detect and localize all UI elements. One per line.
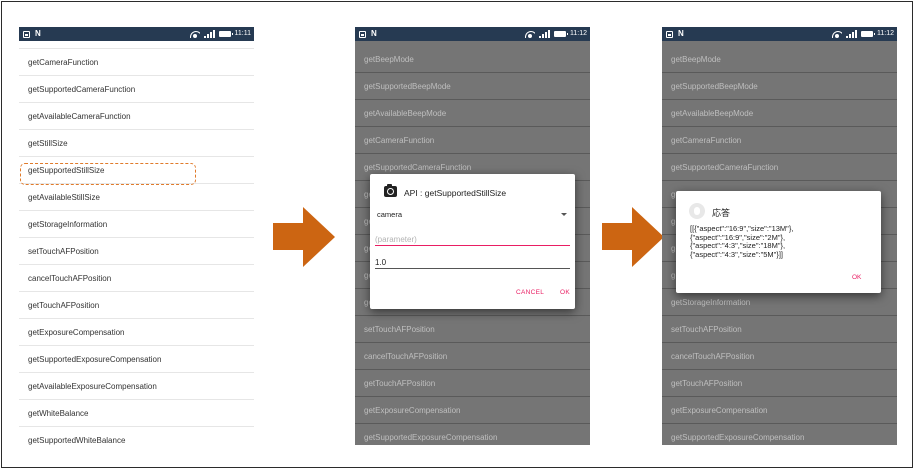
cancel-button[interactable]: CANCEL (516, 289, 544, 296)
list-item[interactable]: getExposureCompensation (355, 397, 590, 424)
n-icon: N (371, 29, 377, 38)
n-icon: N (678, 29, 684, 38)
list-item[interactable]: getExposureCompensation (19, 319, 254, 346)
service-select-value: camera (377, 210, 403, 219)
list-item[interactable]: setTouchAFPosition (355, 316, 590, 343)
list-item[interactable]: getSupportedExposureCompensation (662, 424, 897, 445)
response-icon (689, 203, 705, 219)
list-item[interactable]: getExposureCompensation (662, 397, 897, 424)
wifi-icon (525, 30, 535, 38)
list-item[interactable]: getStorageInformation (19, 211, 254, 238)
parameter-input[interactable] (375, 233, 570, 246)
list-item[interactable]: getTouchAFPosition (355, 370, 590, 397)
list-item[interactable]: getSupportedExposureCompensation (355, 424, 590, 445)
response-dialog: 応答 [[{"aspect":"16:9","size":"13M"}, {"a… (676, 191, 881, 293)
battery-icon (218, 31, 233, 37)
api-list: getCameraFunction getSupportedCameraFunc… (19, 41, 254, 445)
picture-icon (359, 30, 366, 38)
list-item[interactable]: getSupportedExposureCompensation (19, 346, 254, 373)
status-bar: N 11:12 (355, 27, 590, 41)
status-time: 11:12 (877, 30, 894, 37)
list-item[interactable]: setTouchAFPosition (662, 316, 897, 343)
list-item[interactable]: getCameraFunction (662, 127, 897, 154)
picture-icon (666, 30, 673, 38)
status-time: 11:12 (570, 30, 587, 37)
list-item[interactable]: getCameraFunction (19, 49, 254, 76)
list-item[interactable]: getBeepMode (662, 46, 897, 73)
api-dialog: API : getSupportedStillSize camera CANCE… (370, 174, 575, 309)
dialog-title: API : getSupportedStillSize (404, 188, 507, 198)
selection-highlight (20, 163, 196, 185)
n-icon: N (35, 29, 41, 38)
wifi-icon (832, 30, 842, 38)
version-input[interactable] (375, 256, 570, 269)
phone-screen-response-dialog: N 11:12 getBeepMode getSupportedBeepMode… (662, 27, 897, 445)
figure-frame: N 11:11 getCameraFunction getSupportedCa… (1, 1, 913, 468)
list-item[interactable]: cancelTouchAFPosition (355, 343, 590, 370)
list-item[interactable]: getSupportedBeepMode (662, 73, 897, 100)
list-item[interactable]: getCameraFunction (355, 127, 590, 154)
list-item[interactable]: getAvailableBeepMode (355, 100, 590, 127)
list-item[interactable]: getStillSize (19, 130, 254, 157)
ok-button[interactable]: OK (852, 274, 861, 281)
dialog-title: 応答 (712, 209, 731, 219)
status-time: 11:11 (234, 30, 251, 37)
status-bar: N 11:11 (19, 27, 254, 41)
signal-icon (539, 30, 550, 38)
list-item[interactable]: getAvailableBeepMode (662, 100, 897, 127)
list-item[interactable]: setTouchAFPosition (19, 238, 254, 265)
signal-icon (846, 30, 857, 38)
response-body: [[{"aspect":"16:9","size":"13M"}, {"aspe… (690, 224, 875, 259)
list-item[interactable]: getWhiteBalance (19, 400, 254, 427)
list-item[interactable]: getTouchAFPosition (662, 370, 897, 397)
battery-icon (861, 31, 875, 37)
phone-screen-api-list: N 11:11 getCameraFunction getSupportedCa… (19, 27, 254, 445)
list-item[interactable]: getSupportedBeepMode (355, 73, 590, 100)
list-item[interactable]: getBeepMode (355, 46, 590, 73)
list-item[interactable]: getSupportedCameraFunction (662, 154, 897, 181)
picture-icon (23, 30, 30, 38)
list-item[interactable]: getStorageInformation (662, 289, 897, 316)
status-bar: N 11:12 (662, 27, 897, 41)
dropdown-caret-icon (561, 213, 567, 216)
signal-icon (203, 30, 215, 38)
service-select[interactable]: camera (377, 208, 567, 222)
phone-screen-api-dialog: N 11:12 getBeepMode getSupportedBeepMode… (355, 27, 590, 445)
response-line: {"aspect":"4:3","size":"5M"}]] (690, 249, 784, 259)
list-item[interactable] (19, 41, 254, 49)
battery-icon (554, 31, 568, 37)
list-item[interactable]: cancelTouchAFPosition (19, 265, 254, 292)
list-item[interactable]: getAvailableCameraFunction (19, 103, 254, 130)
list-item[interactable]: getAvailableStillSize (19, 184, 254, 211)
wifi-icon (189, 30, 200, 38)
list-item[interactable]: getAvailableExposureCompensation (19, 373, 254, 400)
list-item[interactable]: cancelTouchAFPosition (662, 343, 897, 370)
list-item[interactable]: getTouchAFPosition (19, 292, 254, 319)
list-item[interactable]: getSupportedCameraFunction (19, 76, 254, 103)
ok-button[interactable]: OK (560, 289, 570, 296)
camera-icon (384, 184, 397, 197)
list-item[interactable]: getSupportedWhiteBalance (19, 427, 254, 445)
